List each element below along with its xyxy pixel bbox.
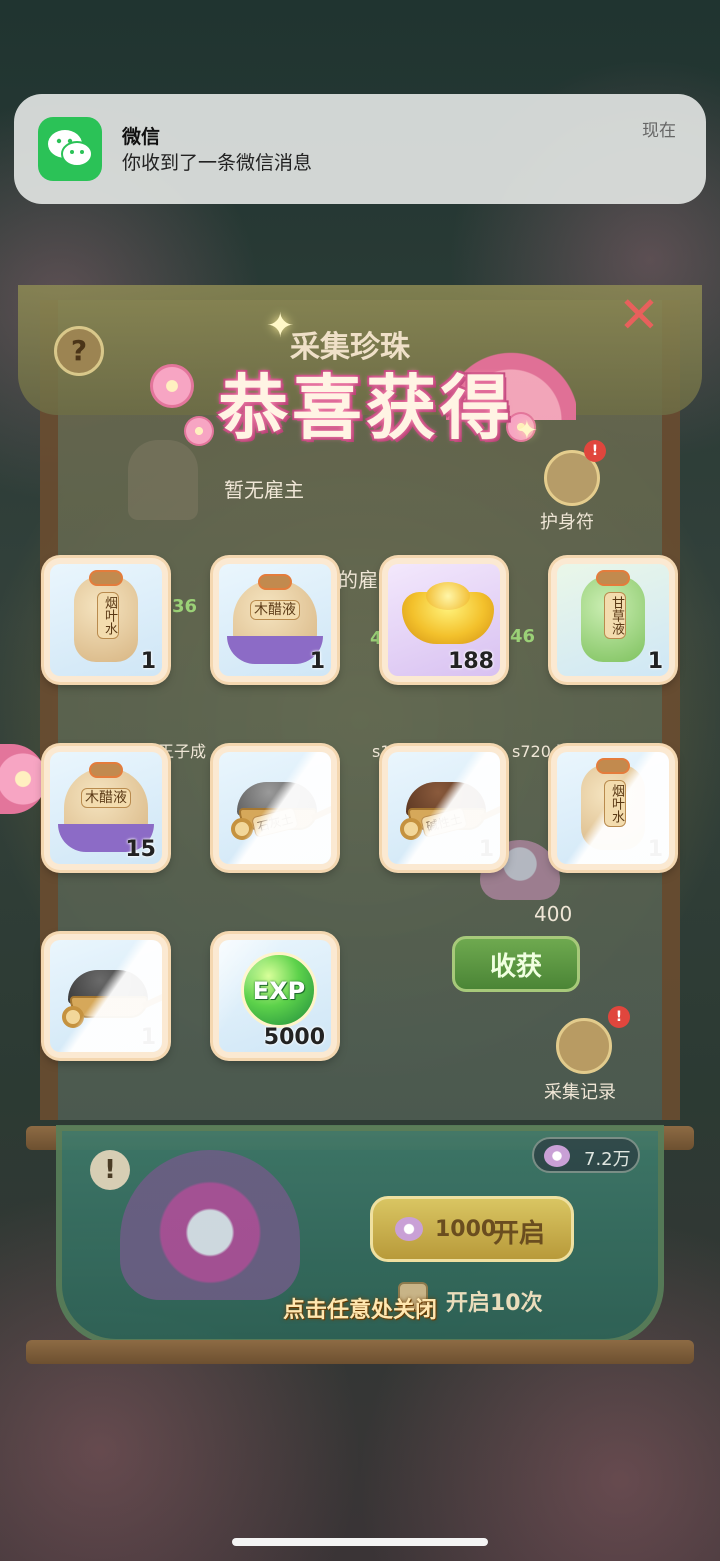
close-icon[interactable]: ✕ xyxy=(618,290,660,340)
player-level: 4 xyxy=(370,628,383,649)
reward-item: 碱性土 1 xyxy=(382,746,506,870)
player-level: 36 xyxy=(172,596,198,617)
gold-ingot-icon xyxy=(402,582,494,644)
pearl-icon xyxy=(395,1217,423,1241)
item-name: 木醋液 xyxy=(250,600,300,620)
amulet-badge: ! xyxy=(584,440,606,462)
item-quantity: 1 xyxy=(140,649,156,674)
reward-item: 188 xyxy=(382,558,506,682)
open-button[interactable]: 1000 开启 xyxy=(370,1196,574,1262)
notification-message: 你收到了一条微信消息 xyxy=(122,152,313,174)
exp-orb-icon: EXP xyxy=(241,952,317,1028)
item-name: 木醋液 xyxy=(81,788,131,808)
close-hint[interactable]: 点击任意处关闭 xyxy=(0,1292,720,1324)
item-quantity: 1 xyxy=(478,837,494,862)
reward-item: 石灰土 xyxy=(213,746,337,870)
cart-icon xyxy=(62,970,162,1028)
item-quantity: 1 xyxy=(647,837,663,862)
open-label: 开启 xyxy=(493,1219,546,1249)
reward-item: 木醋液 1 xyxy=(213,558,337,682)
pearl-balance-value: 7.2万 xyxy=(584,1149,631,1170)
pearl-count: 400 xyxy=(534,902,573,926)
item-name: EXP xyxy=(252,977,306,1005)
notification-banner[interactable]: 微信 你收到了一条微信消息 现在 xyxy=(14,94,706,204)
item-quantity: 1 xyxy=(309,649,325,674)
reward-item: 甘草液 1 xyxy=(551,558,675,682)
reward-item: 烟叶水 1 xyxy=(44,558,168,682)
notification-time: 现在 xyxy=(642,121,676,141)
collection-record-label[interactable]: 采集记录 xyxy=(544,1078,616,1104)
reward-item: 1 xyxy=(44,934,168,1058)
record-badge: ! xyxy=(608,1006,630,1028)
bag-icon xyxy=(58,762,154,852)
home-indicator[interactable] xyxy=(232,1538,488,1546)
wechat-icon xyxy=(38,117,102,181)
amulet-label: 护身符 xyxy=(540,512,594,533)
pearl-icon xyxy=(544,1145,570,1167)
info-icon[interactable]: ! xyxy=(90,1150,130,1190)
item-quantity: 1 xyxy=(647,649,663,674)
item-quantity: 188 xyxy=(448,649,494,674)
notification-app-name: 微信 xyxy=(122,126,161,148)
scroll-icon[interactable] xyxy=(556,1018,612,1074)
harvest-button[interactable]: 收获 xyxy=(452,936,580,992)
player-level: 46 xyxy=(510,626,536,647)
item-quantity: 15 xyxy=(125,837,156,862)
sparkle-icon: ✦ xyxy=(266,306,295,346)
help-button[interactable]: ? xyxy=(54,326,104,376)
item-quantity: 1 xyxy=(140,1025,156,1050)
pearl-balance: 7.2万 xyxy=(532,1137,640,1173)
reward-item: 木醋液 15 xyxy=(44,746,168,870)
item-name: 甘草液 xyxy=(604,592,626,639)
panel-beam-bottom xyxy=(26,1340,694,1364)
reward-item: EXP 5000 xyxy=(213,934,337,1058)
bag-icon xyxy=(227,574,323,664)
employer-status: 暂无雇主 xyxy=(224,478,304,502)
item-name: 烟叶水 xyxy=(97,592,119,639)
reward-title: 恭喜获得 xyxy=(218,366,514,449)
employer-section-label: 的雇 xyxy=(338,568,378,592)
reward-item: 烟叶水 1 xyxy=(551,746,675,870)
item-quantity: 5000 xyxy=(263,1025,325,1050)
open-cost: 1000 xyxy=(435,1217,497,1242)
item-name: 烟叶水 xyxy=(604,780,626,827)
